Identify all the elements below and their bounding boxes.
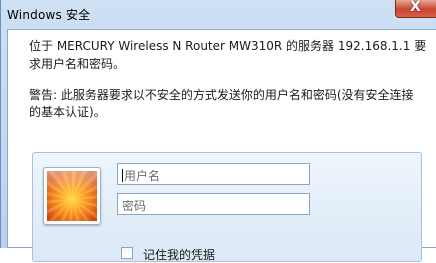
dialog-content: 位于 MERCURY Wireless N Router MW310R 的服务器… [7, 29, 436, 262]
message-line-1: 位于 MERCURY Wireless N Router MW310R 的服务器… [29, 39, 427, 53]
window-title: Windows 安全 [7, 8, 91, 22]
password-field[interactable]: 密码 [117, 193, 310, 215]
close-icon: X [410, 0, 421, 15]
title-bar[interactable]: Windows 安全 X [1, 0, 436, 28]
remember-credentials-label[interactable]: 记住我的凭据 [143, 246, 215, 263]
remember-credentials-checkbox[interactable] [121, 247, 133, 259]
close-button[interactable]: X [395, 0, 436, 18]
user-avatar-flower-icon [43, 167, 101, 225]
warning-line-2: 的基本认证)。 [29, 105, 106, 119]
security-dialog: Windows 安全 X 位于 MERCURY Wireless N Route… [0, 0, 436, 262]
username-placeholder: 用户名 [124, 169, 161, 183]
password-placeholder: 密码 [122, 199, 147, 213]
text-caret [122, 169, 123, 182]
username-field[interactable]: 用户名 [117, 163, 310, 185]
credential-panel: 用户名 密码 记住我的凭据 [32, 152, 422, 262]
warning-line-1: 警告: 此服务器要求以不安全的方式发送你的用户名和密码(没有安全连接 [29, 88, 414, 102]
message-line-2: 求用户名和密码。 [29, 57, 126, 71]
